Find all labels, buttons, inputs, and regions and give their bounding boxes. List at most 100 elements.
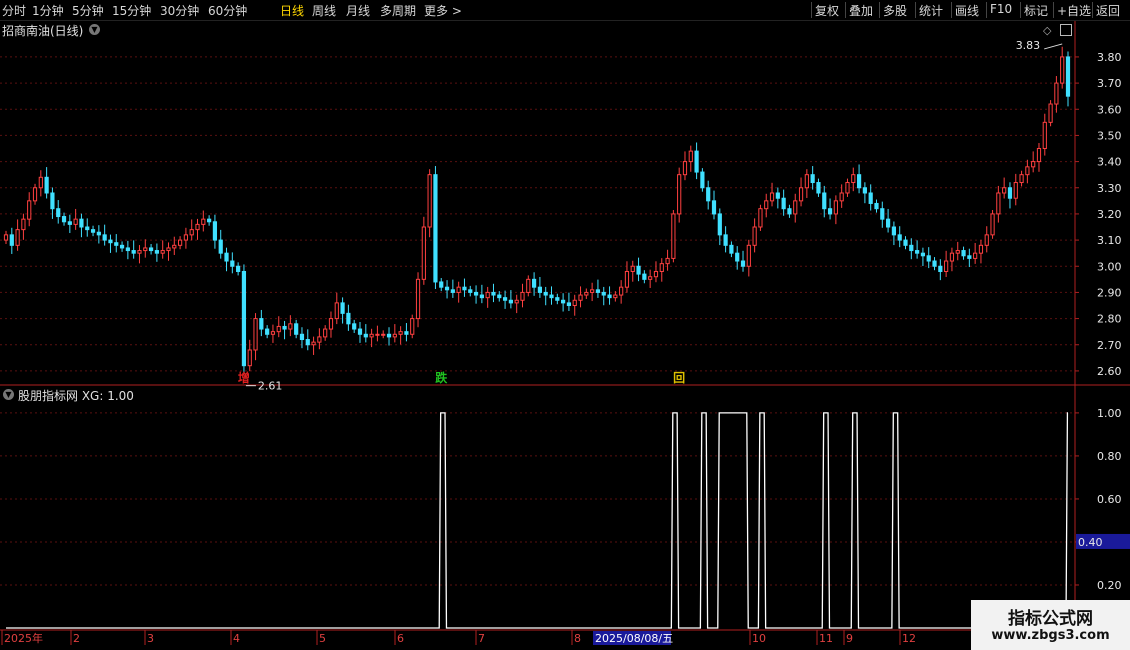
candle-body	[433, 174, 438, 283]
price-axis: 3.80 3.70 3.60 3.50 3.40 3.30 3.20 3.10 3.00 2.90…	[1075, 51, 1122, 378]
candle-body	[636, 265, 641, 275]
price-tick-label: 2.80	[1097, 313, 1122, 326]
candle-body	[897, 234, 902, 241]
candle-body	[601, 291, 606, 296]
candle	[38, 170, 43, 197]
candle-body	[247, 349, 252, 367]
candle	[561, 293, 566, 312]
candle-body	[822, 192, 827, 210]
candle-body	[195, 223, 200, 231]
candle	[781, 189, 786, 216]
candle	[717, 208, 722, 246]
candle	[880, 201, 885, 228]
candle	[183, 227, 189, 249]
candle	[549, 286, 554, 305]
candle	[479, 284, 484, 304]
candle-body	[996, 192, 1001, 215]
candle	[740, 250, 746, 272]
candle-body	[177, 239, 183, 246]
candle-body	[543, 291, 548, 296]
candle	[909, 238, 914, 260]
candle-body	[531, 278, 537, 288]
candle-body	[450, 289, 455, 293]
candle-body	[932, 260, 937, 267]
date-label: 3	[147, 632, 154, 645]
candle	[73, 208, 78, 230]
candle	[1060, 46, 1065, 89]
candle-body	[427, 174, 432, 228]
candle	[160, 240, 165, 259]
candle-body	[323, 328, 328, 338]
candle-body	[729, 244, 734, 254]
candle-body	[404, 331, 409, 335]
candle	[868, 184, 873, 211]
candle-body	[526, 278, 531, 293]
candle-body	[619, 286, 624, 296]
candle-body	[711, 200, 717, 215]
candle	[502, 290, 508, 309]
candle	[659, 258, 664, 282]
candle-body	[613, 294, 618, 299]
candle-body	[1025, 166, 1030, 176]
candle-body	[253, 318, 258, 351]
candle	[27, 192, 32, 227]
candle	[915, 240, 920, 259]
date-label: 11	[819, 632, 833, 645]
candle	[706, 180, 711, 210]
candle-body	[833, 200, 838, 215]
candle	[294, 319, 299, 339]
candle-body	[462, 286, 467, 291]
candle	[885, 208, 891, 233]
price-tick-label: 2.70	[1097, 339, 1122, 352]
candle-body	[885, 218, 891, 228]
candle	[433, 166, 438, 290]
candle	[143, 239, 148, 258]
candle-body	[804, 174, 809, 189]
date-label: 12	[902, 632, 916, 645]
candle-body	[108, 239, 113, 244]
candle-body	[154, 250, 159, 254]
candle	[3, 230, 9, 245]
xg-line-series	[6, 412, 1069, 629]
candle	[688, 145, 693, 172]
candle-body	[32, 187, 38, 202]
price-tick-label: 2.60	[1097, 365, 1122, 378]
low-label: 2.61	[258, 380, 283, 393]
candle-body	[241, 270, 247, 367]
candle-body	[839, 192, 844, 202]
price-tick-label: 3.70	[1097, 77, 1122, 90]
candle-body	[1036, 148, 1042, 163]
candle-body	[311, 341, 316, 346]
candle-body	[392, 333, 397, 338]
candle	[555, 293, 560, 305]
candle-body	[810, 174, 815, 184]
chart-canvas[interactable]: 3.80 3.70 3.60 3.50 3.40 3.30 3.20 3.10 3.00 2.90…	[0, 0, 1130, 650]
candle-body	[926, 255, 931, 262]
candle-body	[497, 294, 502, 299]
candle	[1042, 113, 1047, 156]
candle-body	[706, 187, 711, 202]
candle-body	[909, 244, 914, 252]
candle-body	[938, 265, 943, 272]
candle	[758, 204, 763, 231]
candle-body	[1042, 121, 1047, 150]
candle	[920, 247, 926, 266]
signal-marker: 回	[673, 371, 685, 385]
candle-body	[3, 234, 9, 241]
candle-body	[230, 260, 235, 267]
candle	[752, 218, 757, 253]
candle-body	[793, 200, 798, 215]
candle-body	[148, 247, 154, 252]
candle-body	[79, 218, 84, 228]
price-tick-label: 3.10	[1097, 234, 1122, 247]
candle	[241, 264, 247, 375]
candle-body	[694, 150, 699, 173]
candle-body	[915, 250, 920, 254]
candle	[798, 177, 804, 207]
candle	[833, 195, 838, 225]
candle-body	[903, 239, 908, 246]
candle-body	[67, 221, 72, 225]
watermark-logo: 指标公式网 www.zbgs3.com	[971, 600, 1130, 650]
candle	[427, 169, 432, 238]
candle	[508, 290, 513, 309]
